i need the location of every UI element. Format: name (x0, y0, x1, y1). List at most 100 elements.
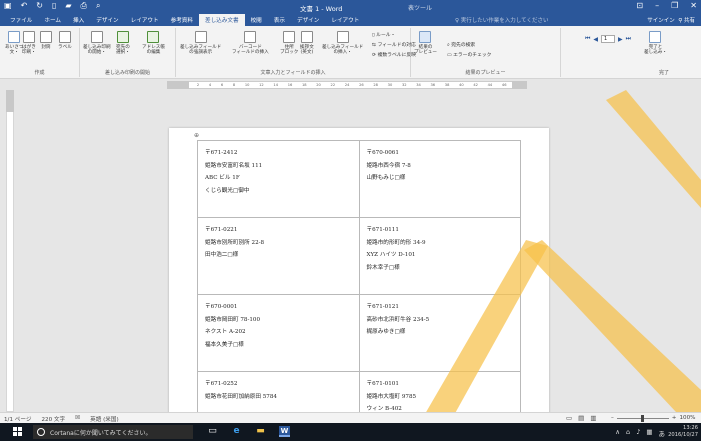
windows-start-icon[interactable] (13, 427, 22, 436)
ruler-tick: 30 (387, 83, 393, 87)
zoom-slider-thumb[interactable] (641, 414, 645, 422)
finish-merge-icon (649, 31, 662, 43)
zoom-out-icon[interactable]: – (611, 415, 614, 421)
zoom-level[interactable]: 100% (679, 415, 695, 421)
greeting-line-button[interactable]: 挨拶文 (英文) (300, 31, 314, 56)
label-line: 田中浩二□様 (205, 252, 239, 258)
label-cell[interactable]: 〒671-0111 姫路市的形町的形 34-9 XYZ ハイツ D-101 鈴木幸子□… (358, 217, 521, 295)
envelopes-button[interactable]: あいさつ 文・ (5, 31, 23, 56)
table-move-handle[interactable]: ⊕ (194, 132, 199, 139)
rules-button[interactable]: ▯ ルール・ (372, 31, 395, 38)
tab-home[interactable]: ホーム (38, 14, 67, 26)
edge-icon[interactable]: e (231, 426, 242, 437)
tab-table-design[interactable]: デザイン (291, 14, 325, 26)
ime-mode-icon[interactable]: ▦ (646, 428, 652, 438)
word-taskbar-icon[interactable]: W (279, 426, 290, 437)
label-line: 〒670-0061 (366, 150, 399, 156)
vertical-ruler[interactable] (6, 90, 14, 412)
task-view-icon[interactable]: ▭ (207, 426, 218, 437)
zoom-slider[interactable] (616, 414, 669, 422)
close-icon[interactable]: ✕ (690, 1, 697, 10)
prev-record-icon[interactable]: ◀ (593, 36, 598, 43)
label-cell[interactable]: 〒671-0121 高砂市北浜町牛谷 234-5 梶原みゆき□様 (358, 294, 521, 372)
tab-references[interactable]: 参考資料 (165, 14, 199, 26)
ribbon-display-icon[interactable]: ⊡ (636, 1, 643, 10)
label-cell[interactable]: 〒671-0101 姫路市大塩町 9785 ウィン B-402 (358, 371, 521, 412)
undo-icon[interactable]: ↶ (21, 1, 28, 11)
proofing-icon[interactable]: ☒ (75, 415, 80, 423)
tab-file[interactable]: ファイル (4, 14, 38, 26)
zoom-in-icon[interactable]: + (672, 415, 677, 421)
network-icon[interactable]: ⌂ (626, 428, 630, 438)
envelope-button[interactable]: 封筒 (40, 31, 52, 50)
label-cell[interactable]: 〒671-2412 姫路市安富町名坂 111 ABC ビル 1F くじら観光□御中 (197, 140, 360, 218)
tell-me-input[interactable]: ♀ 実行したい作業を入力してください (455, 16, 548, 24)
signin-link[interactable]: サインイン (647, 18, 675, 24)
restore-icon[interactable]: ❐ (671, 1, 678, 10)
last-record-icon[interactable]: ⏭ (626, 35, 631, 43)
signin-area[interactable]: サインイン ⚲ 共有 (647, 16, 695, 24)
first-record-icon[interactable]: ⏮ (585, 35, 590, 43)
tab-view[interactable]: 表示 (268, 14, 291, 26)
record-number-input[interactable]: 1 (601, 35, 616, 43)
tray-chevron-icon[interactable]: ∧ (615, 428, 620, 438)
check-errors-button[interactable]: ▭ エラーのチェック (447, 51, 491, 58)
labels-button[interactable]: ラベル (58, 31, 72, 50)
edit-list-button[interactable]: アドレス帳 の編集 (142, 31, 165, 56)
new-doc-icon[interactable]: ▯ (52, 1, 56, 11)
start-mail-merge-button[interactable]: 差し込み印刷 の開始・ (83, 31, 111, 56)
label-cell[interactable]: 〒671-0221 姫路市別所町別所 22-8 田中浩二□様 (197, 217, 360, 295)
language-indicator[interactable]: 英語 (米国) (90, 415, 119, 423)
print-icon[interactable]: ⎙ (81, 1, 87, 11)
select-recipients-button[interactable]: 宛先の 選択・ (116, 31, 130, 56)
share-button[interactable]: 共有 (684, 18, 695, 24)
ime-indicator[interactable]: あ (659, 428, 666, 438)
document-page[interactable]: ⊕ 〒671-2412 姫路市安富町名坂 111 ABC ビル 1F くじら観光□御中… (169, 128, 549, 412)
tab-review[interactable]: 校閲 (245, 14, 268, 26)
read-mode-icon[interactable]: ▭ (566, 414, 572, 422)
preview-icon[interactable]: ⌕ (96, 1, 100, 11)
file-explorer-icon[interactable]: ▬ (255, 426, 266, 437)
match-fields-button[interactable]: ⇆ フィールドの対応 (372, 41, 416, 48)
label-cell[interactable]: 〒670-0061 姫路市西今宿 7-8 山野もみじ□様 (358, 140, 521, 218)
highlight-fields-button[interactable]: 差し込みフィールド の強調表示 (180, 31, 221, 56)
edit-list-icon (147, 31, 160, 43)
recipients-icon (116, 31, 129, 43)
tab-mailings[interactable]: 差し込み文書 (198, 14, 245, 26)
group-create-label: 作成 (34, 70, 45, 76)
horizontal-ruler[interactable]: 4224681012141618202224262830323436384042… (0, 80, 701, 90)
print-layout-icon[interactable]: ▤ (578, 414, 584, 422)
word-count[interactable]: 220 文字 (41, 415, 65, 423)
label-cell[interactable]: 〒670-0001 姫路市岡田町 78-100 ネクスト A-202 福本久美子□様 (197, 294, 360, 372)
preview-results-button[interactable]: 結果の プレビュー (414, 31, 437, 56)
label-line: 〒671-0252 (205, 381, 238, 387)
tab-design[interactable]: デザイン (90, 14, 124, 26)
barcode-button[interactable]: バーコード フィールドの挿入 (232, 31, 269, 56)
minimize-icon[interactable]: – (655, 1, 659, 10)
address-block-button[interactable]: 住所 ブロック (280, 31, 298, 56)
cortana-search-box[interactable]: Cortanaに何か聞いてみてください。 (33, 425, 193, 439)
match-fields-icon: ⇆ (372, 43, 377, 48)
open-icon[interactable]: ▰ (65, 1, 71, 11)
group-write-insert: 差し込みフィールド の強調表示 バーコード フィールドの挿入 住所 ブロック 挨… (176, 28, 416, 77)
web-layout-icon[interactable]: ▥ (590, 414, 596, 422)
volume-icon[interactable]: ♪ (636, 428, 640, 438)
next-record-icon[interactable]: ▶ (618, 36, 623, 43)
tab-layout[interactable]: レイアウト (125, 14, 165, 26)
save-icon[interactable]: ▣ (4, 1, 12, 11)
tab-insert[interactable]: 挿入 (67, 14, 90, 26)
redo-icon[interactable]: ↻ (36, 1, 43, 11)
label-cell[interactable]: 〒671-0252 姫路市花田町加納原田 5784 (197, 371, 360, 412)
postcard-button[interactable]: はがき 印刷・ (22, 31, 36, 56)
find-recipient-button[interactable]: ⌕ 宛先の検索 (447, 41, 475, 48)
ruler-tick: 16 (287, 83, 293, 87)
page-count[interactable]: 1/1 ページ (4, 415, 31, 423)
tab-table-layout[interactable]: レイアウト (325, 14, 365, 26)
update-labels-button[interactable]: ⟳ 複数ラベルに反映 (372, 51, 416, 58)
view-buttons: ▭ ▤ ▥ (566, 414, 596, 422)
insert-field-button[interactable]: 差し込みフィールド の挿入・ (322, 31, 363, 56)
clock[interactable]: 13:26 2016/10/27 (668, 425, 698, 439)
finish-merge-button[interactable]: 完了と 差し込み・ (644, 31, 667, 56)
label-table[interactable]: 〒671-2412 姫路市安富町名坂 111 ABC ビル 1F くじら観光□御中 〒… (197, 140, 521, 412)
ruler-tick: 8 (232, 83, 236, 87)
